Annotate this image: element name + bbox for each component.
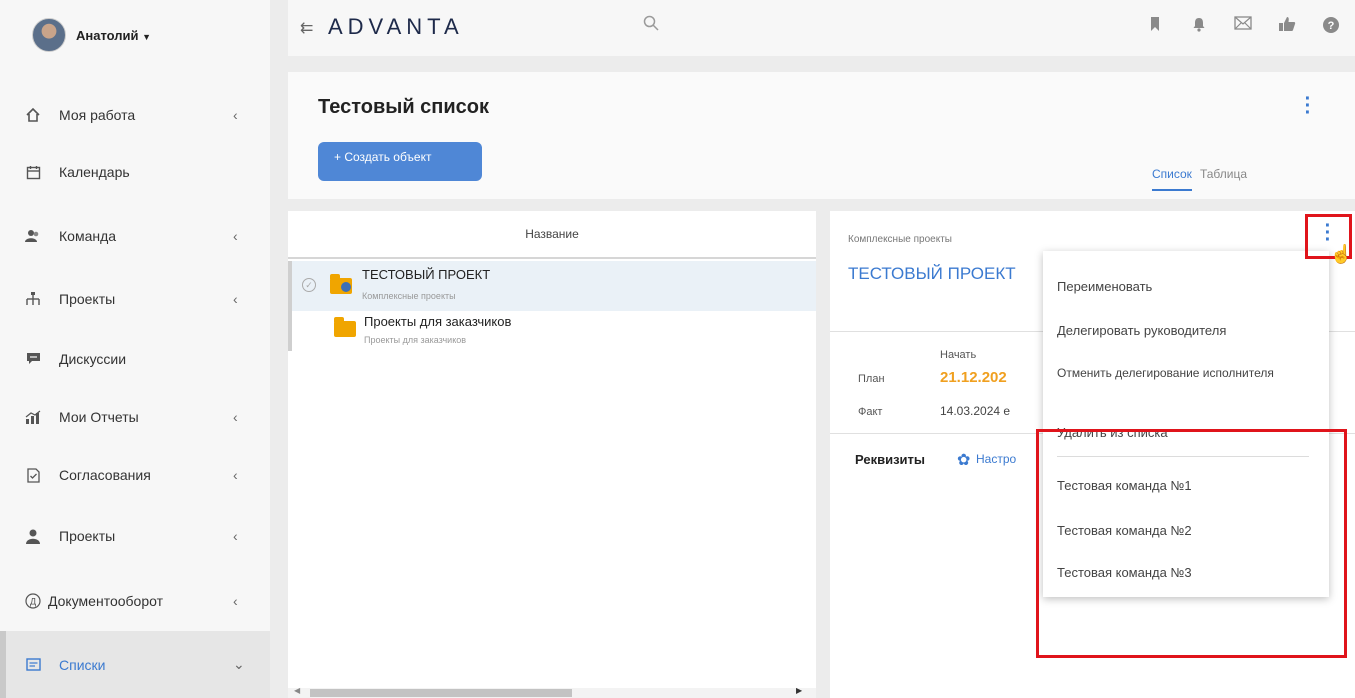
list-item[interactable]: ✓ ТЕСТОВЫЙ ПРОЕКТ Комплексные проекты	[288, 261, 816, 311]
home-icon	[24, 106, 42, 124]
collapse-sidebar-icon[interactable]: ⇇	[300, 18, 313, 38]
user-menu[interactable]: Анатолий ▼	[32, 18, 151, 52]
mail-icon[interactable]	[1233, 16, 1253, 36]
list-item-subtitle: Проекты для заказчиков	[364, 335, 467, 345]
svg-text:?: ?	[1328, 20, 1335, 32]
scrollbar-thumb[interactable]	[310, 689, 572, 697]
list-item-title: Проекты для заказчиков	[364, 314, 512, 329]
sidebar-item-label: Мои Отчеты	[59, 409, 139, 425]
hand-cursor-icon: ☝	[1330, 244, 1353, 264]
search-icon[interactable]	[643, 15, 659, 31]
gear-icon[interactable]: ✿	[957, 450, 970, 470]
sidebar-item-label: Проекты	[59, 528, 116, 544]
list-item-title: ТЕСТОВЫЙ ПРОЕКТ	[362, 267, 491, 282]
sidebar-item-label: Моя работа	[59, 107, 136, 123]
list-item[interactable]: Проекты для заказчиков Проекты для заказ…	[288, 311, 816, 351]
logo: ADVANTA	[328, 14, 464, 39]
calendar-icon	[24, 163, 42, 181]
bookmark-icon[interactable]	[1145, 16, 1165, 36]
view-tabs: Список Таблица	[1152, 167, 1247, 191]
hierarchy-icon	[24, 290, 42, 308]
list-icon	[24, 656, 42, 674]
sidebar-item-label: Документооборот	[48, 593, 164, 609]
sidebar-item-document-flow[interactable]: Д Документооборот ‹	[0, 581, 270, 621]
detail-title[interactable]: ТЕСТОВЫЙ ПРОЕКТ	[848, 264, 1016, 284]
detail-category: Комплексные проекты	[848, 234, 952, 245]
sidebar-item-label: Согласования	[59, 467, 151, 483]
sidebar-item-team[interactable]: Команда ‹	[0, 216, 270, 256]
chevron-down-icon: ⌄	[233, 656, 245, 672]
svg-text:Д: Д	[30, 597, 36, 607]
column-header-name[interactable]: Название	[288, 211, 816, 259]
chevron-left-icon: ‹	[233, 593, 238, 609]
highlight-box-team-items	[1036, 429, 1347, 658]
caret-down-icon: ▼	[142, 31, 152, 42]
sidebar-item-my-work[interactable]: Моя работа ‹	[0, 95, 270, 135]
person-icon	[24, 527, 42, 545]
sidebar-item-projects[interactable]: Проекты ‹	[0, 279, 270, 319]
avatar	[32, 18, 66, 52]
sidebar-item-calendar[interactable]: Календарь	[0, 152, 270, 192]
fact-date: 14.03.2024 e	[940, 404, 1011, 418]
chevron-left-icon: ‹	[233, 528, 238, 544]
folder-user-icon	[330, 274, 352, 294]
sidebar-item-label: Проекты	[59, 291, 116, 307]
menu-item-rename[interactable]: Переименовать	[1057, 280, 1307, 293]
plan-label: План	[858, 373, 885, 385]
sidebar-item-projects-2[interactable]: Проекты ‹	[0, 516, 270, 556]
thumbs-up-icon[interactable]	[1277, 16, 1297, 36]
sidebar-item-approvals[interactable]: Согласования ‹	[0, 455, 270, 495]
chevron-left-icon: ‹	[233, 291, 238, 307]
tab-list[interactable]: Список	[1152, 167, 1192, 191]
team-icon	[24, 227, 42, 245]
tab-table[interactable]: Таблица	[1200, 167, 1247, 191]
sidebar-item-label: Дискуссии	[59, 351, 127, 367]
sidebar-item-discussions[interactable]: Дискуссии	[0, 339, 270, 379]
horizontal-scrollbar[interactable]: ◀ ▶	[288, 686, 816, 698]
scroll-left-icon[interactable]: ◀	[294, 686, 300, 695]
menu-item-cancel-delegation[interactable]: Отменить делегирование исполнителя	[1057, 367, 1307, 379]
fact-label: Факт	[858, 406, 883, 418]
bell-icon[interactable]	[1189, 16, 1209, 36]
sidebar-item-label: Списки	[59, 656, 106, 673]
top-bar: ⇇ ADVANTA ?	[288, 0, 1355, 56]
sidebar-item-label: Календарь	[59, 164, 130, 180]
chat-icon	[24, 350, 42, 368]
menu-item-delegate-manager[interactable]: Делегировать руководителя	[1057, 324, 1307, 337]
settings-link[interactable]: Настро	[976, 452, 1016, 466]
start-label: Начать	[940, 349, 977, 361]
help-icon[interactable]: ?	[1321, 16, 1341, 36]
sidebar-item-lists[interactable]: Списки ⌄	[0, 631, 270, 698]
chevron-left-icon: ‹	[233, 467, 238, 483]
list-item-subtitle: Комплексные проекты	[362, 291, 456, 301]
requisites-heading: Реквизиты	[855, 452, 925, 467]
sidebar-item-my-reports[interactable]: Мои Отчеты ‹	[0, 397, 270, 437]
scroll-right-icon[interactable]: ▶	[796, 686, 802, 695]
chevron-left-icon: ‹	[233, 107, 238, 123]
document-flow-icon: Д	[24, 592, 42, 610]
report-icon	[24, 408, 42, 426]
page-title: Тестовый список	[318, 96, 490, 118]
sidebar-item-label: Команда	[59, 228, 117, 244]
sidebar: Анатолий ▼ Моя работа ‹ Календарь Команд…	[0, 0, 270, 698]
create-object-button[interactable]: + Создать объект	[318, 142, 482, 181]
list-panel: Название ✓ ТЕСТОВЫЙ ПРОЕКТ Комплексные п…	[288, 211, 816, 698]
check-circle-icon[interactable]: ✓	[302, 278, 316, 292]
approval-icon	[24, 466, 42, 484]
page-header: Тестовый список + Создать объект · · · Спи…	[288, 72, 1355, 199]
more-vertical-icon[interactable]: · · ·	[1303, 89, 1313, 123]
plan-date: 21.12.202	[940, 369, 1007, 386]
chevron-left-icon: ‹	[233, 409, 238, 425]
chevron-left-icon: ‹	[233, 228, 238, 244]
folder-icon	[334, 317, 356, 337]
user-name: Анатолий	[76, 27, 139, 43]
